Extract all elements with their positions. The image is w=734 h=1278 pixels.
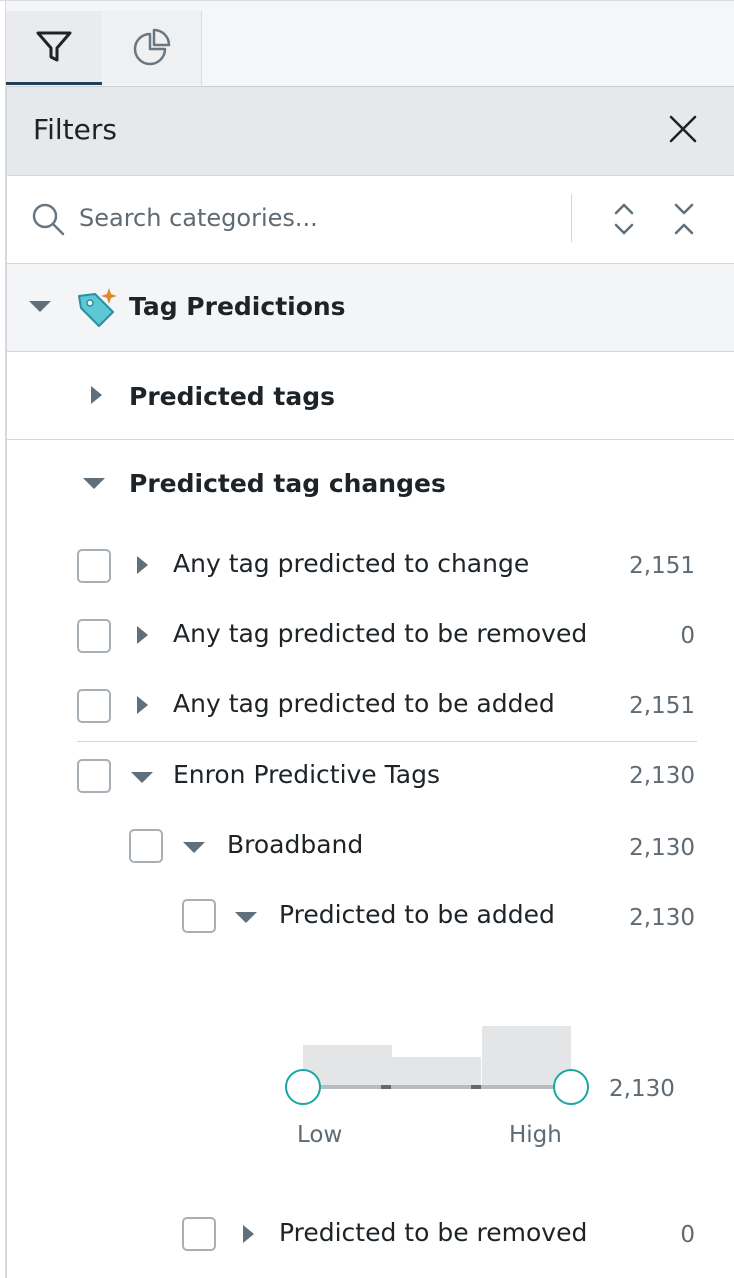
slider-low-label: Low — [297, 1122, 343, 1148]
expand-all-button[interactable] — [609, 198, 639, 240]
chevron-right-icon[interactable] — [91, 386, 102, 404]
checkbox[interactable] — [129, 829, 163, 863]
list-item: Predicted to be removed 0 — [7, 1200, 734, 1270]
filters-panel: Filters Ta — [6, 86, 734, 1278]
tag-sparkle-icon — [78, 288, 117, 327]
chevron-right-icon[interactable] — [137, 626, 148, 644]
panel-title: Filters — [33, 113, 117, 146]
item-label: Any tag predicted to change — [173, 549, 530, 578]
checkbox[interactable] — [77, 619, 111, 653]
close-button[interactable] — [663, 109, 703, 149]
slider-count: 2,130 — [609, 1076, 675, 1102]
item-label: Predicted to be added — [279, 900, 555, 929]
chevron-down-icon[interactable] — [235, 912, 257, 923]
item-count: 2,130 — [629, 835, 695, 861]
search-divider — [571, 194, 572, 242]
tab-bar — [0, 0, 734, 1278]
list-item: Any tag predicted to be added 2,151 — [7, 671, 734, 741]
item-label: Any tag predicted to be added — [173, 689, 555, 718]
item-label: Predicted to be removed — [279, 1218, 588, 1247]
group-predicted-tag-changes[interactable]: Predicted tag changes — [7, 441, 734, 521]
slider-handle-high[interactable] — [553, 1069, 589, 1105]
item-label: Any tag predicted to be removed — [173, 619, 588, 648]
tab-filters[interactable] — [6, 11, 102, 85]
item-count: 0 — [680, 623, 695, 649]
chevron-right-icon[interactable] — [137, 696, 148, 714]
item-label: Broadband — [227, 830, 364, 859]
prediction-range-slider: 2,130 Low High — [277, 1006, 697, 1156]
item-count: 0 — [680, 1222, 695, 1248]
funnel-icon — [36, 31, 72, 61]
chevron-down-icon[interactable] — [83, 478, 105, 489]
chevron-right-icon[interactable] — [243, 1225, 254, 1243]
histogram-bar — [392, 1057, 482, 1085]
list-item: Any tag predicted to be removed 0 — [7, 601, 734, 671]
close-icon — [669, 115, 697, 143]
list-item: Predicted to be added 2,130 — [7, 882, 734, 952]
list-item: Any tag predicted to change 2,151 — [7, 531, 734, 601]
slider-handle-low[interactable] — [285, 1069, 321, 1105]
panel-header: Filters — [7, 86, 734, 176]
chevron-down-icon[interactable] — [183, 842, 205, 853]
expand-all-icon — [614, 203, 634, 235]
checkbox[interactable] — [77, 549, 111, 583]
checkbox[interactable] — [182, 1217, 216, 1251]
item-label: Enron Predictive Tags — [173, 760, 440, 789]
tab-charts[interactable] — [103, 11, 202, 85]
chevron-right-icon[interactable] — [137, 556, 148, 574]
checkbox[interactable] — [182, 899, 216, 933]
chevron-down-icon[interactable] — [29, 301, 51, 312]
search-input[interactable] — [79, 196, 559, 240]
checkbox[interactable] — [77, 759, 111, 793]
section-tag-predictions[interactable]: Tag Predictions — [7, 264, 734, 352]
item-count: 2,151 — [629, 693, 695, 719]
list-item: Enron Predictive Tags 2,130 — [7, 742, 734, 812]
group-label: Predicted tags — [129, 382, 335, 411]
slider-high-label: High — [509, 1122, 562, 1148]
search-row — [7, 176, 734, 264]
slider-track[interactable] — [299, 1085, 569, 1089]
chevron-down-icon[interactable] — [131, 772, 153, 783]
collapse-all-icon — [674, 203, 694, 235]
item-count: 2,130 — [629, 905, 695, 931]
slider-tick — [381, 1085, 391, 1089]
list-item: Broadband 2,130 — [7, 812, 734, 882]
section-title: Tag Predictions — [129, 292, 346, 321]
slider-tick — [471, 1085, 481, 1089]
pie-chart-icon — [133, 28, 171, 66]
item-count: 2,151 — [629, 553, 695, 579]
search-icon — [32, 203, 65, 236]
item-count: 2,130 — [629, 763, 695, 789]
group-label: Predicted tag changes — [129, 469, 446, 498]
collapse-all-button[interactable] — [669, 198, 699, 240]
checkbox[interactable] — [77, 689, 111, 723]
group-predicted-tags[interactable]: Predicted tags — [7, 352, 734, 440]
